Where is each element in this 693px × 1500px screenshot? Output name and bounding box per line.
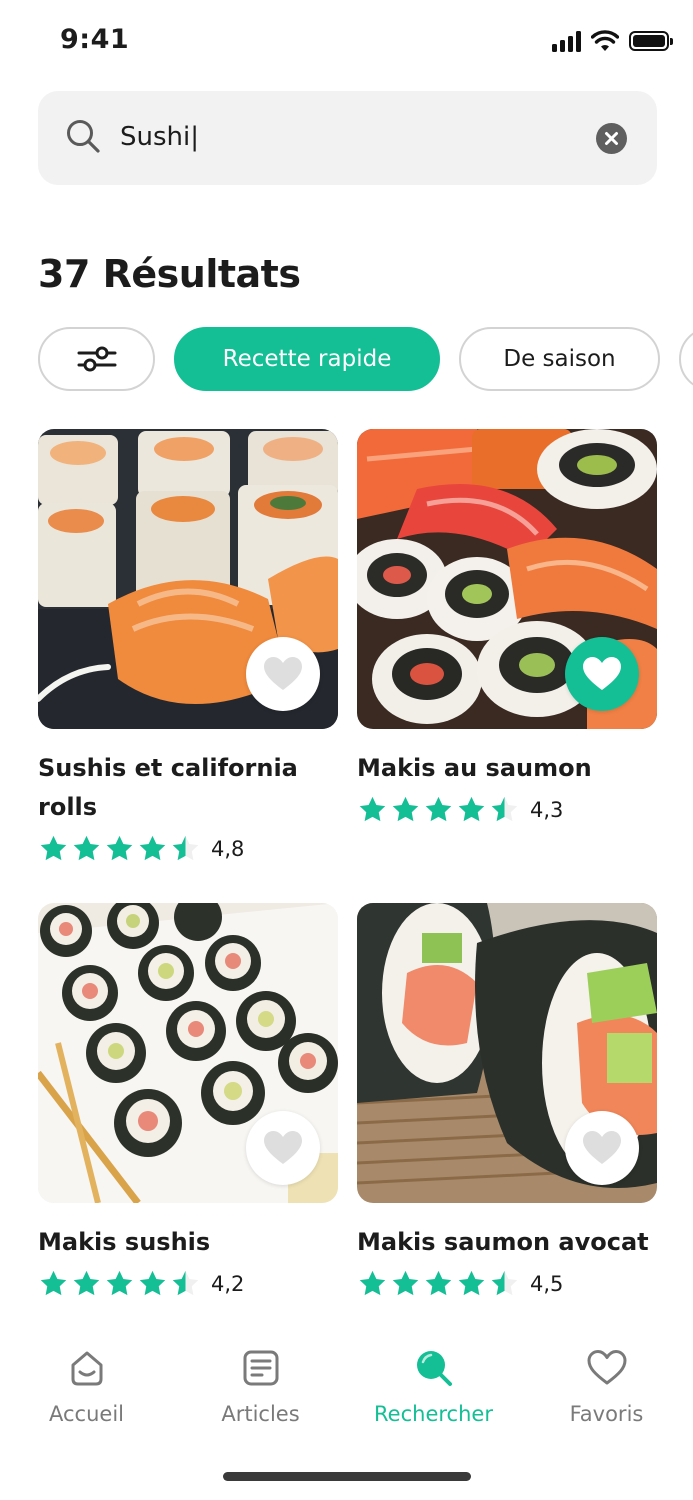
articles-icon	[243, 1350, 278, 1386]
star-icon	[392, 1270, 419, 1296]
favorite-button[interactable]	[565, 1111, 639, 1185]
heart-icon	[264, 657, 302, 690]
clear-search-button[interactable]	[596, 123, 627, 154]
star-icon	[458, 1270, 485, 1296]
star-icon	[425, 796, 452, 822]
recipe-image	[357, 903, 657, 1203]
rating: 4,8	[38, 831, 338, 867]
status-bar: 9:41	[0, 0, 693, 90]
star-icon	[106, 835, 133, 861]
recipe-card[interactable]: Makis au saumon 4,3	[357, 429, 657, 828]
heart-icon	[583, 1131, 621, 1164]
rating: 4,2	[38, 1266, 338, 1302]
star-rating	[38, 1269, 201, 1299]
star-icon	[139, 835, 166, 861]
recipe-card[interactable]: Sushis et california rolls 4,8	[38, 429, 338, 867]
recipe-card[interactable]: Makis sushis 4,2	[38, 903, 338, 1302]
star-rating	[38, 834, 201, 864]
star-icon	[73, 1270, 100, 1296]
star-half-icon	[172, 1270, 199, 1296]
rating: 4,5	[357, 1266, 657, 1302]
star-icon	[392, 796, 419, 822]
star-half-icon	[491, 796, 518, 822]
wifi-icon	[591, 30, 619, 51]
rating-value: 4,3	[530, 798, 564, 822]
rating-value: 4,5	[530, 1272, 564, 1296]
star-icon	[359, 796, 386, 822]
recipe-title: Makis au saumon	[357, 754, 592, 782]
tab-accueil[interactable]: Accueil	[0, 1348, 173, 1426]
recipe-image	[357, 429, 657, 729]
star-half-icon	[491, 1270, 518, 1296]
star-icon	[40, 835, 67, 861]
recipe-image	[38, 429, 338, 729]
recipe-card[interactable]: Makis saumon avocat 4,5	[357, 903, 657, 1302]
search-icon	[67, 120, 100, 153]
star-icon	[40, 1270, 67, 1296]
star-icon	[139, 1270, 166, 1296]
filter-settings-button[interactable]	[38, 327, 155, 391]
tab-label: Articles	[221, 1402, 300, 1426]
star-icon	[425, 1270, 452, 1296]
favorite-button[interactable]	[565, 637, 639, 711]
rating: 4,3	[357, 792, 657, 828]
cellular-signal-icon	[552, 30, 581, 52]
star-rating	[357, 795, 520, 825]
status-icons	[552, 30, 673, 52]
favorite-button[interactable]	[246, 1111, 320, 1185]
tab-label: Accueil	[49, 1402, 124, 1426]
status-time: 9:41	[60, 24, 130, 55]
results-title: 37 Résultats	[38, 252, 301, 296]
filter-sliders-icon	[77, 346, 116, 372]
tab-articles[interactable]: Articles	[174, 1348, 347, 1426]
star-icon	[106, 1270, 133, 1296]
star-icon	[359, 1270, 386, 1296]
home-indicator[interactable]	[223, 1472, 471, 1481]
favorite-button[interactable]	[246, 637, 320, 711]
tab-label: Rechercher	[374, 1402, 493, 1426]
tab-favoris[interactable]: Favoris	[520, 1348, 693, 1426]
recipe-title: Makis sushis	[38, 1228, 211, 1256]
home-icon	[71, 1351, 102, 1386]
recipe-title: Sushis et california rolls	[38, 754, 298, 821]
chip-de-saison[interactable]: De saison	[459, 327, 660, 391]
star-half-icon	[172, 835, 199, 861]
heart-icon	[587, 1350, 626, 1385]
star-rating	[357, 1269, 520, 1299]
battery-icon	[629, 31, 673, 51]
search-icon	[416, 1351, 452, 1386]
heart-icon	[264, 1131, 302, 1164]
tab-rechercher[interactable]: Rechercher	[347, 1348, 520, 1426]
heart-icon	[583, 657, 621, 690]
close-icon	[605, 132, 618, 145]
search-input[interactable]	[120, 114, 570, 160]
recipe-title: Makis saumon avocat	[357, 1228, 649, 1256]
filter-chips: Recette rapide De saison	[0, 327, 693, 393]
star-icon	[73, 835, 100, 861]
chip-recette-rapide[interactable]: Recette rapide	[174, 327, 440, 391]
star-icon	[458, 796, 485, 822]
rating-value: 4,8	[211, 837, 245, 861]
rating-value: 4,2	[211, 1272, 245, 1296]
chip-more[interactable]	[679, 327, 693, 391]
recipe-image	[38, 903, 338, 1203]
tab-label: Favoris	[569, 1402, 644, 1426]
